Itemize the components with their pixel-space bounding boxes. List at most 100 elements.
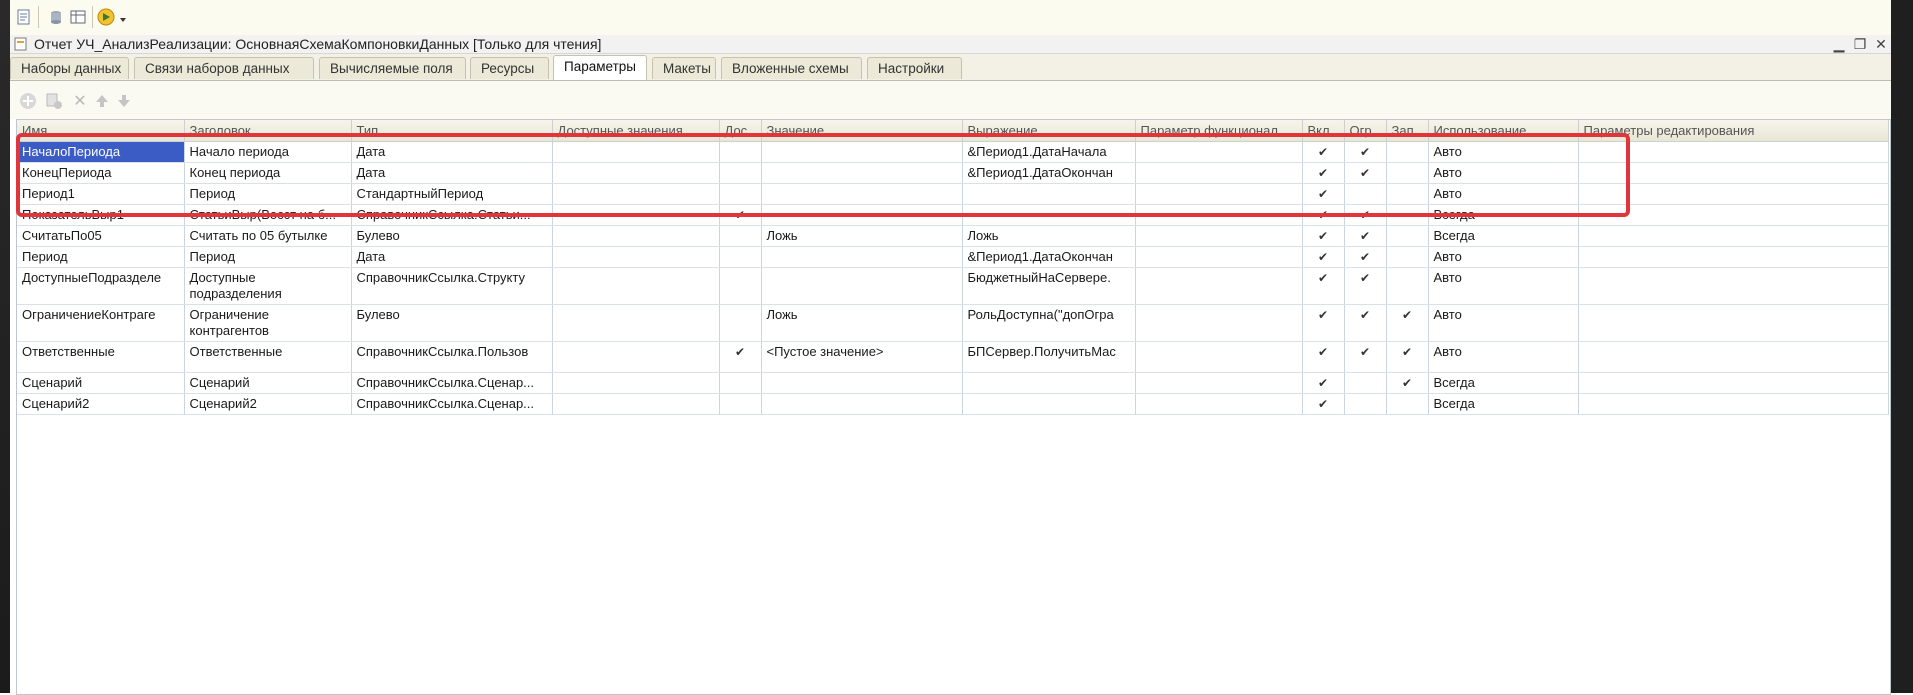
tab-parameters[interactable]: Параметры (553, 55, 647, 80)
cell-edit[interactable] (1578, 246, 1889, 268)
cell-use[interactable]: Всегда (1428, 372, 1579, 394)
cell-type[interactable]: Дата (351, 162, 553, 184)
checkbox-cell[interactable] (1386, 225, 1429, 247)
cell-func[interactable] (1135, 372, 1303, 394)
delete-icon[interactable]: ✕ (70, 91, 90, 111)
cell-expr[interactable]: &Период1.ДатаОкончан (962, 246, 1136, 268)
checkbox-cell[interactable]: ✔ (1344, 341, 1387, 373)
cell-expr[interactable]: Ложь (962, 225, 1136, 247)
checkbox-cell[interactable]: ✔ (1302, 141, 1345, 163)
cell-avail[interactable] (552, 204, 720, 226)
cell-avail[interactable] (552, 341, 720, 373)
cell-expr[interactable]: РольДоступна("допОгра (962, 304, 1136, 342)
cell-value[interactable]: Ложь (761, 225, 963, 247)
checkbox-cell[interactable] (719, 246, 762, 268)
table-row[interactable]: Сценарий2 Сценарий2 СправочникСсылка.Сцена… (17, 393, 1889, 415)
checkbox-cell[interactable]: ✔ (1302, 246, 1345, 268)
table-row[interactable]: Ответственные Ответственные СправочникСсыл… (17, 341, 1889, 373)
cell-name[interactable]: ОграничениеКонтраге (17, 304, 185, 342)
checkbox-cell[interactable]: ✔ (1344, 225, 1387, 247)
checkbox-cell[interactable]: ✔ (1344, 246, 1387, 268)
cell-type[interactable]: СправочникСсылка.Пользов (351, 341, 553, 373)
cell-value[interactable] (761, 204, 963, 226)
cell-title[interactable]: Начало периода (184, 141, 352, 163)
cell-use[interactable]: Всегда (1428, 204, 1579, 226)
cell-name[interactable]: Период1 (17, 183, 185, 205)
checkbox-cell[interactable] (1386, 183, 1429, 205)
table-icon[interactable] (68, 8, 88, 26)
cell-name[interactable]: ПоказательВыр1 (17, 204, 185, 226)
cell-type[interactable]: Дата (351, 141, 553, 163)
checkbox-cell[interactable] (719, 267, 762, 305)
checkbox-cell[interactable]: ✔ (1302, 393, 1345, 415)
cell-name[interactable]: Ответственные (17, 341, 185, 373)
cell-value[interactable] (761, 246, 963, 268)
cell-edit[interactable] (1578, 341, 1889, 373)
cell-edit[interactable] (1578, 372, 1889, 394)
checkbox-cell[interactable] (719, 141, 762, 163)
cell-avail[interactable] (552, 162, 720, 184)
cell-type[interactable]: Дата (351, 246, 553, 268)
cell-use[interactable]: Авто (1428, 267, 1579, 305)
close-icon[interactable]: ✕ (1872, 36, 1890, 52)
checkbox-cell[interactable]: ✔ (1302, 267, 1345, 305)
cell-name[interactable]: НачалоПериода (17, 141, 185, 163)
checkbox-cell[interactable] (719, 372, 762, 394)
column-header[interactable]: Выражение (962, 120, 1136, 142)
column-header[interactable]: Доступные значения (552, 120, 720, 142)
cell-type[interactable]: СправочникСсылка.Сценар... (351, 372, 553, 394)
tab-templates[interactable]: Макеты (652, 57, 716, 79)
move-down-icon[interactable] (114, 91, 134, 111)
cell-avail[interactable] (552, 141, 720, 163)
cell-edit[interactable] (1578, 141, 1889, 163)
document-icon[interactable] (14, 8, 34, 26)
cell-value[interactable]: Ложь (761, 304, 963, 342)
checkbox-cell[interactable] (719, 393, 762, 415)
cell-func[interactable] (1135, 162, 1303, 184)
cell-func[interactable] (1135, 341, 1303, 373)
cell-type[interactable]: СправочникСсылка.Сценар... (351, 393, 553, 415)
cell-edit[interactable] (1578, 393, 1889, 415)
column-header[interactable]: Тип (351, 120, 553, 142)
cell-use[interactable]: Авто (1428, 141, 1579, 163)
cell-value[interactable] (761, 183, 963, 205)
column-header[interactable]: Параметр функционал. (1135, 120, 1303, 142)
checkbox-cell[interactable]: ✔ (1344, 304, 1387, 342)
cell-expr[interactable]: &Период1.ДатаОкончан (962, 162, 1136, 184)
column-header[interactable]: Использование (1428, 120, 1579, 142)
minimize-icon[interactable]: ▁ (1830, 36, 1848, 52)
checkbox-cell[interactable]: ✔ (1302, 204, 1345, 226)
cell-func[interactable] (1135, 304, 1303, 342)
cell-func[interactable] (1135, 246, 1303, 268)
cell-expr[interactable] (962, 372, 1136, 394)
column-header[interactable]: Заголовок (184, 120, 352, 142)
table-row[interactable]: ДоступныеПодразделе Доступные подразделен… (17, 267, 1889, 305)
column-header[interactable]: Параметры редактирования (1578, 120, 1889, 142)
cell-avail[interactable] (552, 246, 720, 268)
column-header[interactable]: Дос. (719, 120, 762, 142)
cell-name[interactable]: ДоступныеПодразделе (17, 267, 185, 305)
checkbox-cell[interactable]: ✔ (719, 341, 762, 373)
cell-use[interactable]: Всегда (1428, 225, 1579, 247)
column-header[interactable]: Огр. (1344, 120, 1387, 142)
run-dropdown-icon[interactable] (96, 8, 130, 26)
cell-edit[interactable] (1578, 304, 1889, 342)
checkbox-cell[interactable] (1344, 393, 1387, 415)
tab-settings[interactable]: Настройки (867, 57, 962, 79)
checkbox-cell[interactable] (1386, 141, 1429, 163)
cell-avail[interactable] (552, 372, 720, 394)
tab-resources[interactable]: Ресурсы (470, 57, 549, 79)
restore-icon[interactable]: ❐ (1851, 36, 1869, 52)
cell-func[interactable] (1135, 141, 1303, 163)
checkbox-cell[interactable]: ✔ (1302, 183, 1345, 205)
checkbox-cell[interactable]: ✔ (1302, 225, 1345, 247)
checkbox-cell[interactable] (719, 225, 762, 247)
cell-title[interactable]: СтатьиВыр(Восст на б... (184, 204, 352, 226)
cell-expr[interactable]: &Период1.ДатаНачала (962, 141, 1136, 163)
checkbox-cell[interactable] (1344, 183, 1387, 205)
cell-title[interactable]: Сценарий2 (184, 393, 352, 415)
cell-type[interactable]: Булево (351, 304, 553, 342)
table-row[interactable]: КонецПериода Конец периода Дата &Период1.Да… (17, 162, 1889, 184)
table-row[interactable]: НачалоПериода Начало периода Дата &Период1.… (17, 141, 1889, 163)
cell-avail[interactable] (552, 225, 720, 247)
